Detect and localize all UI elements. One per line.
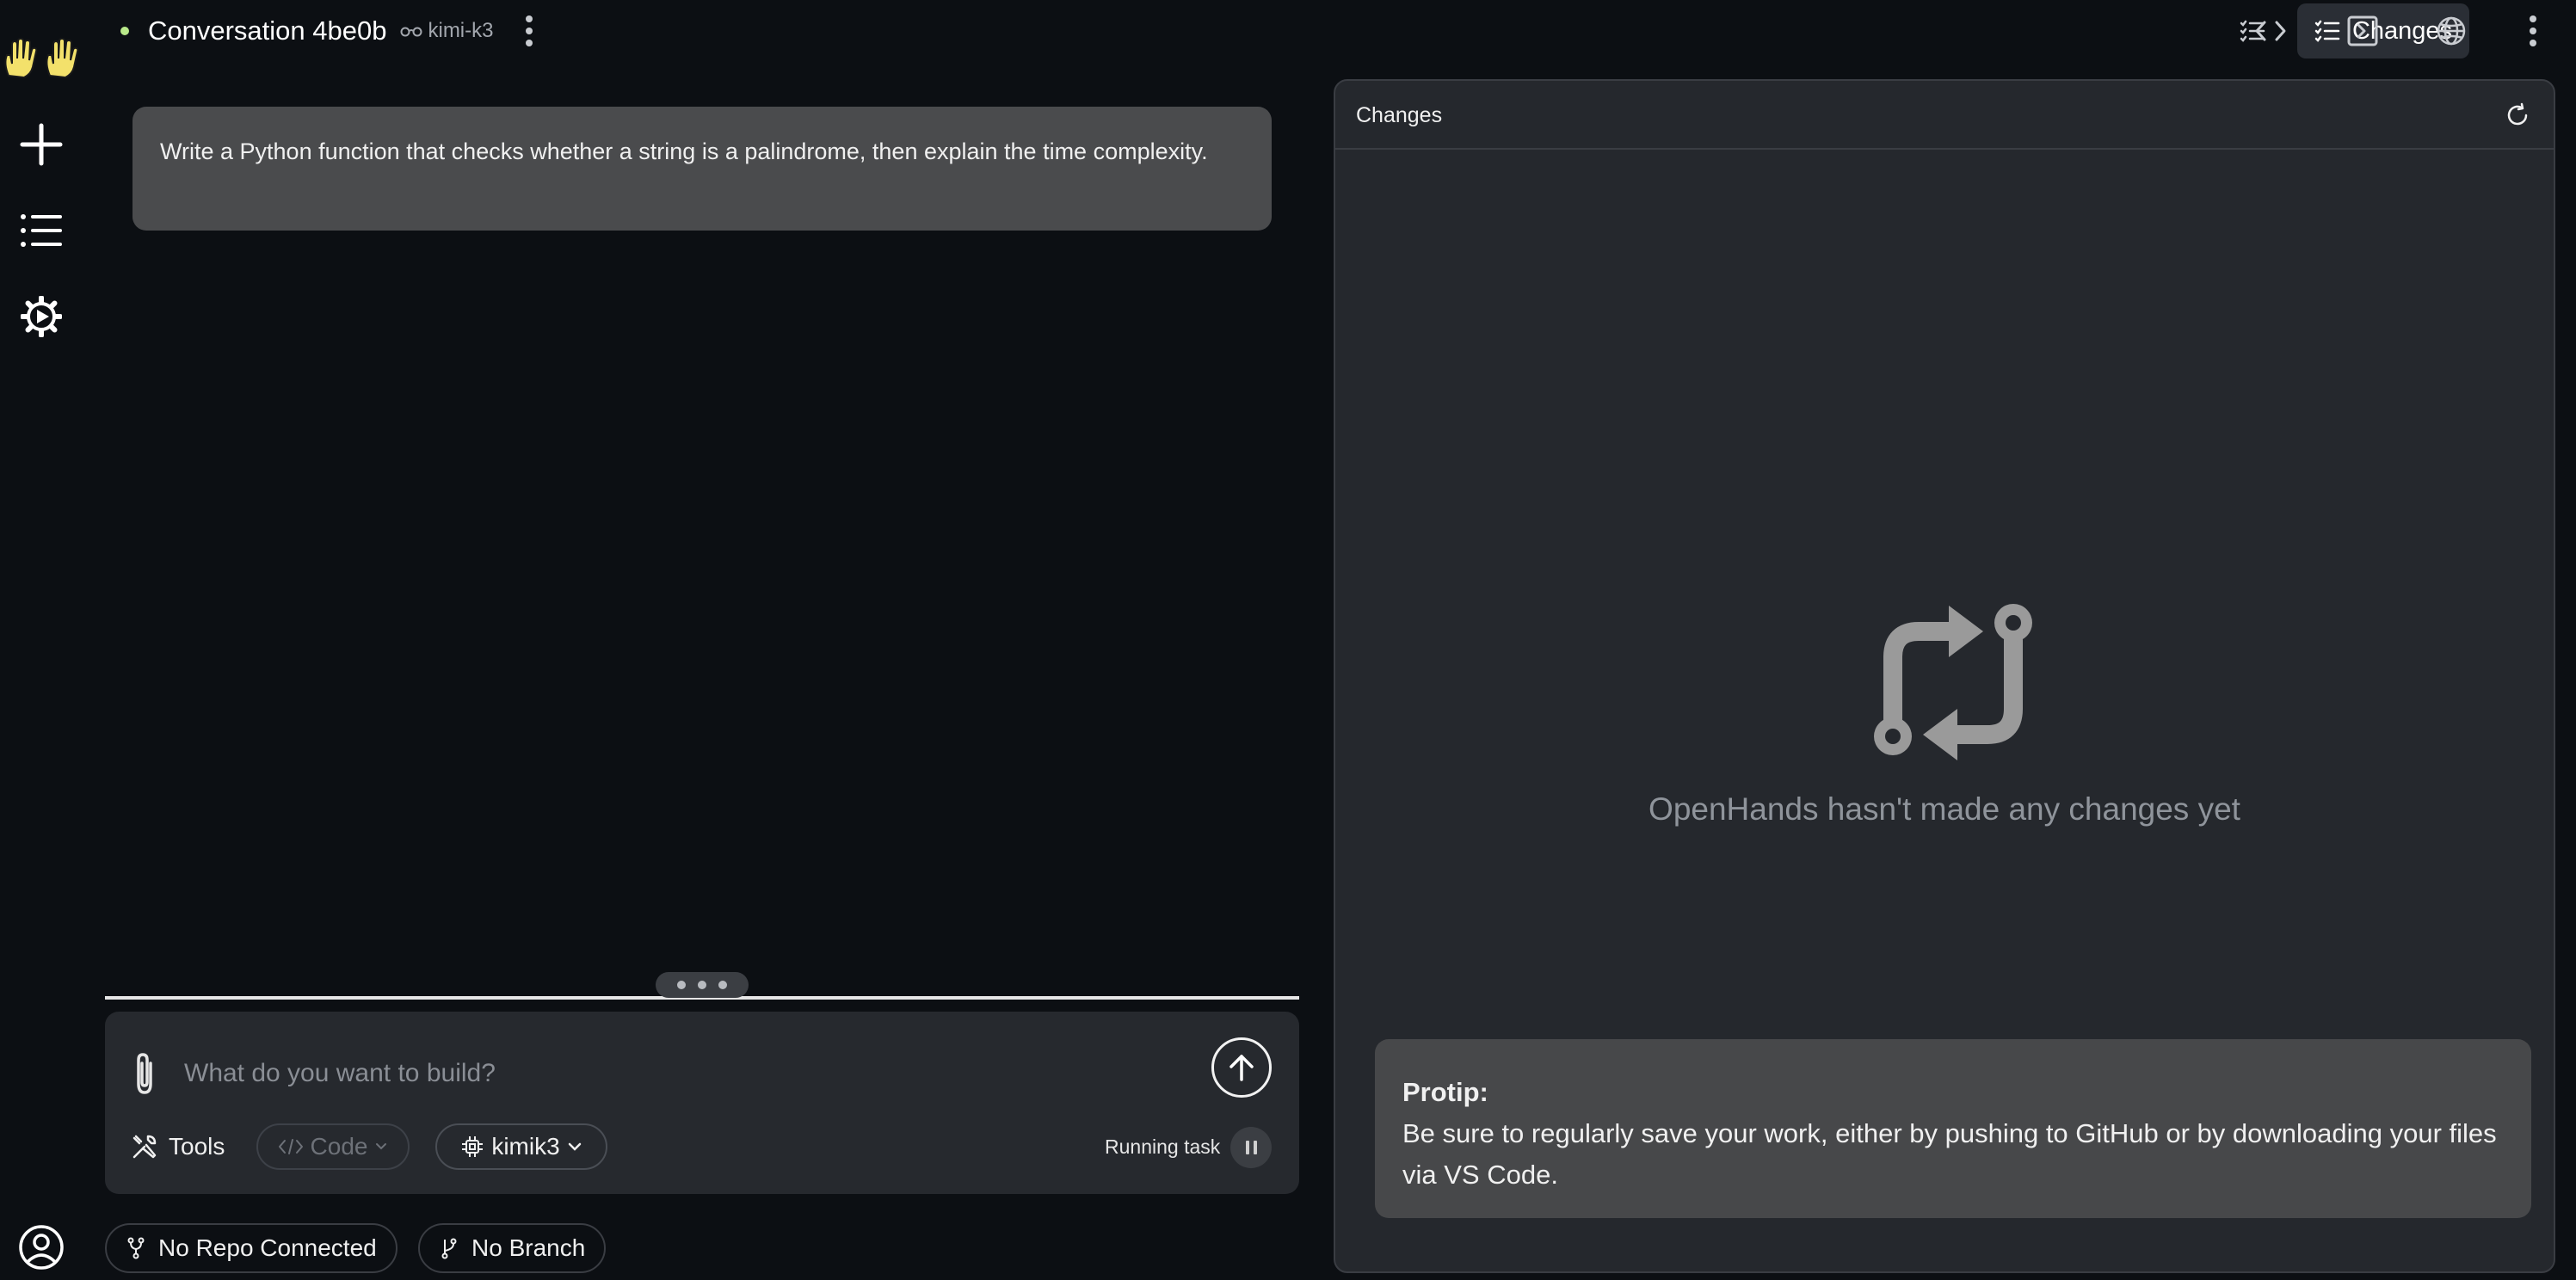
resize-handle[interactable] [656,972,749,998]
settings-button[interactable] [15,291,67,342]
changes-panel-header: Changes [1335,81,2554,150]
conversation-title[interactable]: Conversation 4be0b [148,15,386,46]
attach-file-button[interactable] [126,1048,163,1099]
tab-browser-button[interactable] [2420,3,2482,58]
user-circle-icon [19,1225,64,1270]
code-mode-label: Code [310,1133,368,1160]
kebab-icon [2530,15,2536,46]
chat-composer: Tools Code kimik3 Running task [105,1012,1299,1194]
branch-label: No Branch [471,1234,586,1261]
code-slash-icon [278,1139,303,1154]
running-task-label: Running task [1105,1135,1221,1158]
chip-icon [462,1136,484,1157]
tab-terminal-button[interactable] [2332,3,2394,58]
user-profile-button[interactable] [15,1222,67,1273]
conversations-list-button[interactable] [15,205,67,256]
conversation-header: Conversation 4be0b kimi-k3 [120,9,539,53]
protip-card: Protip: Be sure to regularly save your w… [1375,1039,2531,1218]
code-mode-dropdown[interactable]: Code [256,1123,410,1170]
repo-label: No Repo Connected [158,1234,377,1261]
model-selector-dropdown[interactable]: kimik3 [435,1123,607,1170]
openhands-logo-icon[interactable] [2,37,81,79]
kebab-icon [526,15,533,46]
repo-fork-icon [127,1237,145,1259]
branch-icon [441,1238,457,1259]
chevron-down-icon [568,1142,581,1151]
refresh-button[interactable] [2499,96,2536,134]
model-chip: kimi-k3 [400,19,493,43]
changes-panel-title: Changes [1356,103,1443,127]
changes-panel: Changes OpenHands hasn't made any change… [1334,79,2555,1273]
tab-code-button[interactable] [2240,3,2302,58]
model-name: kimi-k3 [428,19,494,42]
tools-button[interactable]: Tools [131,1123,225,1170]
left-sidebar [0,0,83,1280]
protip-body: Be sure to regularly save your work, eit… [1402,1118,2497,1190]
pull-request-icon [1867,588,2056,778]
branch-selector[interactable]: No Branch [418,1223,607,1273]
conversation-menu-button[interactable] [519,9,539,53]
repo-selector[interactable]: No Repo Connected [105,1223,397,1273]
glasses-icon [400,27,422,37]
gear-play-icon [21,296,62,337]
tools-label: Tools [169,1133,225,1160]
pause-button[interactable] [1230,1127,1272,1168]
paperclip-icon [137,1053,152,1094]
terminal-icon [2347,15,2378,46]
chevron-down-icon [376,1143,387,1150]
tools-icon [132,1135,157,1159]
send-button[interactable] [1211,1037,1272,1098]
protip-title: Protip: [1402,1077,1488,1107]
empty-state-text: OpenHands hasn't made any changes yet [1649,791,2240,827]
arrow-up-icon [1229,1055,1254,1081]
prompt-input[interactable] [182,1049,1284,1098]
code-icon [2255,21,2286,41]
globe-icon [2437,16,2466,46]
plus-icon [20,123,63,166]
new-conversation-button[interactable] [15,119,67,170]
more-options-button[interactable] [2514,3,2552,58]
model-selector-label: kimik3 [491,1133,560,1160]
status-dot [120,27,129,35]
refresh-icon [2507,102,2528,126]
list-icon [21,214,62,247]
user-message: Write a Python function that checks whet… [132,107,1272,231]
